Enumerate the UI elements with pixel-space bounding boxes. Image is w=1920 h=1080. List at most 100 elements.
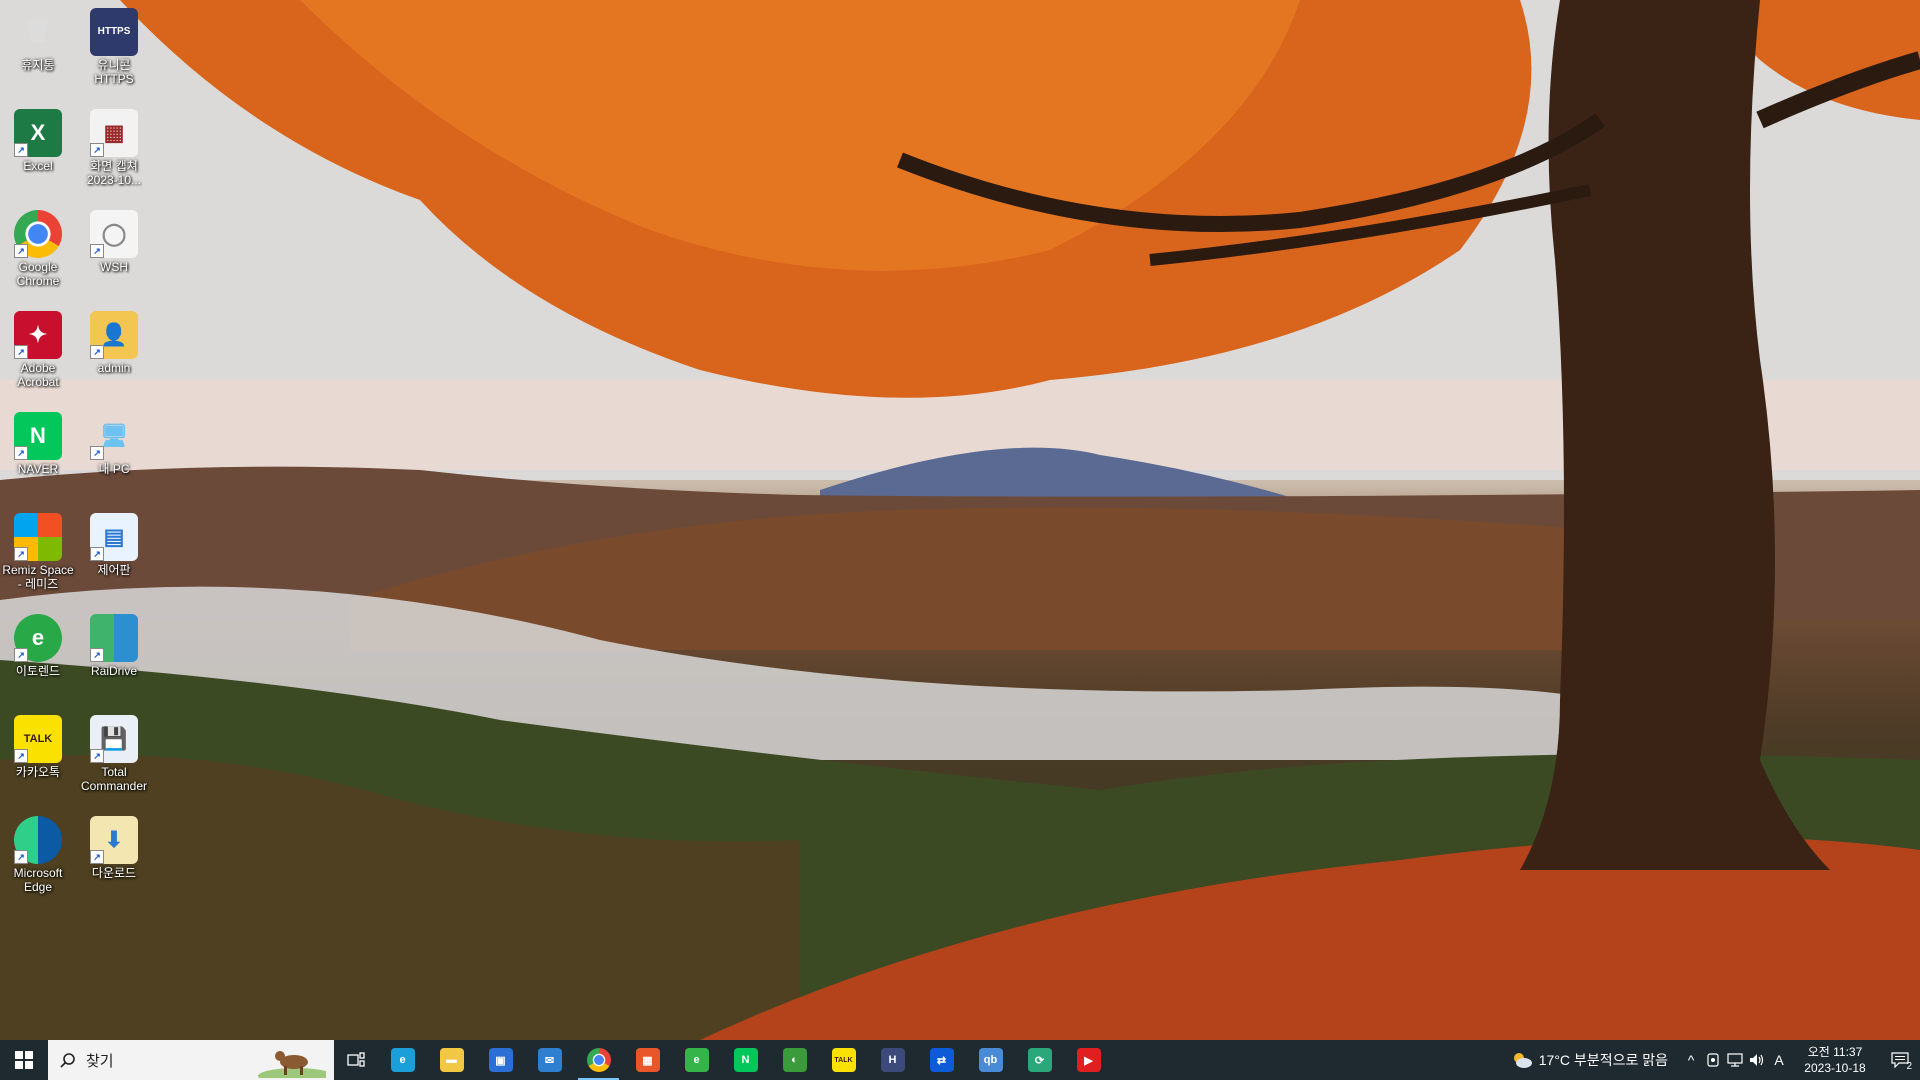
user-folder-icon: 👤 ↗	[90, 311, 138, 359]
naver-icon: N ↗	[14, 412, 62, 460]
desktop-icon-total-commander[interactable]: 💾 ↗ Total Commander	[77, 715, 151, 793]
taskbar-app-mail[interactable]: ✉	[525, 1040, 574, 1080]
shortcut-arrow-icon: ↗	[14, 648, 28, 662]
taskbar-app-teamviewer[interactable]: ⇄	[917, 1040, 966, 1080]
taskbar: 찾기 e ▬ ▣ ✉ ▦ e N ◐ TALK H ⇄ qb ⟳ ▶ 17°C 부분적으로 맑음 ^	[0, 1040, 1920, 1080]
desktop-icon-edge[interactable]: ↗ Microsoft Edge	[1, 816, 75, 894]
wallpaper-scene	[0, 0, 1920, 1040]
clock-time: 오전 11:37	[1807, 1045, 1863, 1059]
qbittorrent-icon: qb	[978, 1048, 1003, 1072]
taskbar-app-store[interactable]: ▣	[476, 1040, 525, 1080]
desktop-icon-user-folder[interactable]: 👤 ↗ admin	[77, 311, 151, 375]
raidrive-icon: ↗	[90, 614, 138, 662]
taskbar-app-etoland[interactable]: e	[672, 1040, 721, 1080]
taskbar-app-chrome[interactable]	[574, 1040, 623, 1080]
desktop-icon-recycle-bin[interactable]: 🗑 휴지통	[1, 8, 75, 73]
total-commander-icon: 💾 ↗	[90, 715, 138, 763]
desktop-icon-excel[interactable]: X ↗ Excel	[1, 109, 75, 173]
action-center-button[interactable]: 2	[1880, 1040, 1920, 1080]
desktop-icon-raidrive[interactable]: ↗ RaiDrive	[77, 614, 151, 678]
desktop-icon-label: 다운로드	[91, 866, 137, 880]
volume-button[interactable]	[1746, 1040, 1768, 1080]
taskbar-app-edge[interactable]: e	[378, 1040, 427, 1080]
weather-text: 17°C 부분적으로 맑음	[1538, 1052, 1668, 1068]
taskbar-app-kakaotalk[interactable]: TALK	[819, 1040, 868, 1080]
taskbar-app-file-explorer[interactable]: ▬	[427, 1040, 476, 1080]
desktop-icon-acrobat[interactable]: ✦ ↗ Adobe Acrobat	[1, 311, 75, 389]
desktop-icon-label: Excel	[23, 159, 53, 173]
taskbar-pinned-apps: e ▬ ▣ ✉ ▦ e N ◐ TALK H ⇄ qb ⟳ ▶	[378, 1040, 1113, 1080]
taskbar-app-sync[interactable]: ⟳	[1015, 1040, 1064, 1080]
taskbar-app-qbittorrent[interactable]: qb	[966, 1040, 1015, 1080]
desktop-icon-label: Microsoft Edge	[13, 866, 63, 894]
sync-icon: ⟳	[1027, 1048, 1052, 1072]
shortcut-arrow-icon: ↗	[14, 547, 28, 561]
desktop-icon-this-pc[interactable]: 🖥 ↗ 내 PC	[77, 412, 151, 476]
shortcut-arrow-icon: ↗	[14, 850, 28, 864]
notification-count: 2	[1906, 1061, 1912, 1072]
edge-icon: e	[390, 1048, 415, 1072]
desktop-icon-label: Adobe Acrobat	[17, 361, 59, 389]
desktop-icon-downloads-folder[interactable]: ⬇ ↗ 다운로드	[77, 816, 151, 880]
desktop-icon-label: WSH	[100, 260, 128, 274]
taskbar-app-naver[interactable]: N	[721, 1040, 770, 1080]
screenshot-file-icon: ▦ ↗	[90, 109, 138, 157]
desktop-icon-label: Remiz Space - 레미즈	[2, 563, 74, 591]
kakaotalk-icon: TALK ↗	[14, 715, 62, 763]
system-tray: 17°C 부분적으로 맑음 ^ A 오전 11:37 2023-10-18 2	[1499, 1040, 1920, 1080]
desktop-icon-wsh-file[interactable]: ◯ ↗ WSH	[77, 210, 151, 274]
folder-icon: ▬	[439, 1048, 464, 1072]
task-view-button[interactable]	[334, 1040, 378, 1080]
desktop-icon-remiz-space[interactable]: ↗ Remiz Space - 레미즈	[1, 513, 75, 591]
desktop-icon-label: Google Chrome	[16, 260, 60, 288]
recycle-bin-icon: 🗑	[24, 19, 52, 44]
desktop-icon-kakaotalk[interactable]: TALK ↗ 카카오톡	[1, 715, 75, 779]
start-button[interactable]	[0, 1040, 48, 1080]
unicorn-https-icon: H	[880, 1048, 905, 1072]
shortcut-arrow-icon: ↗	[14, 244, 28, 258]
shortcut-arrow-icon: ↗	[90, 547, 104, 561]
taskbar-app-remiz[interactable]: ▦	[623, 1040, 672, 1080]
desktop-icon-chrome[interactable]: ↗ Google Chrome	[1, 210, 75, 288]
shortcut-arrow-icon: ↗	[90, 345, 104, 359]
show-hidden-icons-button[interactable]: ^	[1680, 1040, 1702, 1080]
control-panel-icon: ▤ ↗	[90, 513, 138, 561]
desktop-icon-label: 이토렌드	[15, 664, 61, 678]
network-icon	[1727, 1053, 1743, 1067]
this-pc-icon: 🖥 ↗	[90, 412, 138, 460]
store-icon: ▣	[488, 1048, 513, 1072]
chevron-up-icon: ^	[1687, 1052, 1695, 1068]
desktop-icon-label: Total Commander	[80, 765, 148, 793]
taskbar-app-https[interactable]: H	[868, 1040, 917, 1080]
taskbar-clock[interactable]: 오전 11:37 2023-10-18	[1790, 1044, 1880, 1076]
remiz-icon: ▦	[635, 1048, 660, 1072]
weather-widget[interactable]: 17°C 부분적으로 맑음	[1499, 1050, 1680, 1070]
search-placeholder: 찾기	[86, 1052, 114, 1070]
desktop-icon-label: 휴지통	[21, 58, 55, 72]
clock-date: 2023-10-18	[1804, 1061, 1866, 1075]
etoland-icon: e	[684, 1048, 709, 1072]
shortcut-arrow-icon: ↗	[14, 446, 28, 460]
taskbar-app-web[interactable]: ◐	[770, 1040, 819, 1080]
desktop-icon-unicorn-https[interactable]: HTTPS 유니콘 HTTPS	[77, 8, 151, 86]
shortcut-arrow-icon: ↗	[14, 345, 28, 359]
desktop-icon-screenshot-file[interactable]: ▦ ↗ 화면 캡쳐 2023-10...	[77, 109, 151, 187]
taskbar-search-box[interactable]: 찾기	[48, 1040, 334, 1080]
desktop-wallpaper	[0, 0, 1920, 1040]
downloads-folder-icon: ⬇ ↗	[90, 816, 138, 864]
windows-logo-icon	[15, 1051, 33, 1069]
weather-partly-sunny-icon	[1513, 1053, 1532, 1068]
tray-app-button[interactable]	[1702, 1040, 1724, 1080]
taskbar-app-youtube[interactable]: ▶	[1064, 1040, 1113, 1080]
input-method-indicator[interactable]: A	[1768, 1040, 1790, 1080]
naver-icon: N	[733, 1048, 758, 1072]
edge-icon: ↗	[14, 816, 62, 864]
unicorn-https-icon: HTTPS	[90, 8, 138, 56]
desktop-icon-naver[interactable]: N ↗ NAVER	[1, 412, 75, 476]
desktop-icon-etoland[interactable]: e ↗ 이토렌드	[1, 614, 75, 678]
network-button[interactable]	[1724, 1040, 1746, 1080]
search-icon	[60, 1053, 75, 1068]
chrome-icon: ↗	[14, 210, 62, 258]
desktop-icon-label: 유니콘 HTTPS	[94, 58, 134, 86]
desktop-icon-control-panel[interactable]: ▤ ↗ 제어판	[77, 513, 151, 577]
